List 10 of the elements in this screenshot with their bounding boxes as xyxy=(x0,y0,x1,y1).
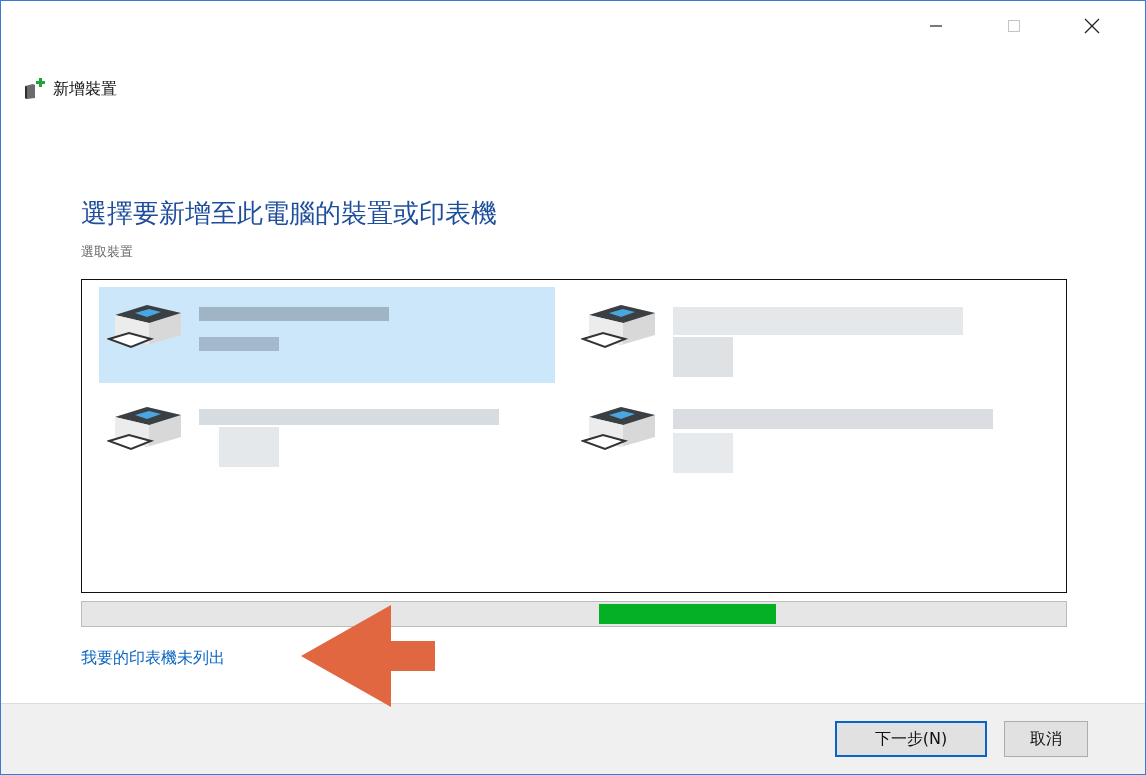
printer-not-listed-link[interactable]: 我要的印表機未列出 xyxy=(81,648,225,667)
section-label: 選取裝置 xyxy=(81,243,134,261)
device-item[interactable] xyxy=(99,287,555,383)
next-button[interactable]: 下一步(N) xyxy=(835,721,987,757)
page-heading: 選擇要新增至此電腦的裝置或印表機 xyxy=(81,197,498,230)
maximize-icon xyxy=(1007,19,1021,33)
window-title: 新增裝置 xyxy=(53,78,117,100)
close-icon xyxy=(1084,18,1100,34)
cancel-button[interactable]: 取消 xyxy=(1004,721,1088,757)
add-device-icon xyxy=(23,78,45,100)
